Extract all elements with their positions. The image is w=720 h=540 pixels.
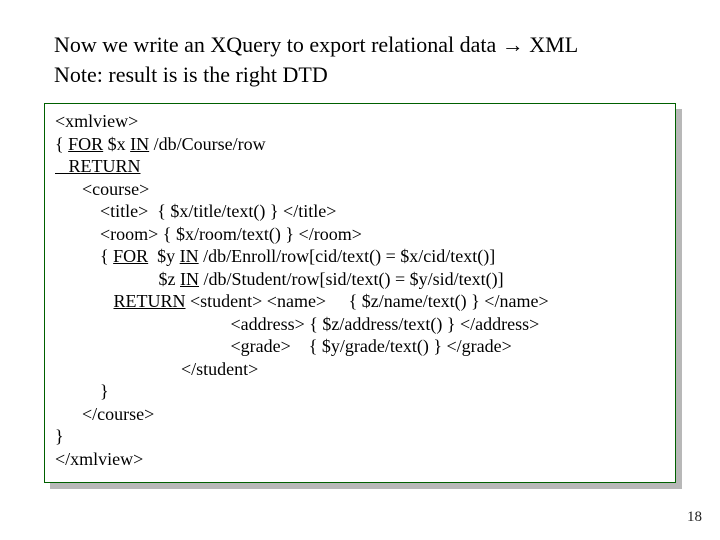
slide: Now we write an XQuery to export relatio… (0, 0, 720, 540)
code-l12: </student> (55, 359, 258, 379)
intro-line2: Note: result is is the right DTD (54, 62, 328, 87)
code-l09-return: RETURN (114, 291, 186, 311)
code-box: <xmlview> { FOR $x IN /db/Course/row RET… (44, 103, 676, 483)
code-l07a: { (55, 246, 113, 266)
code-l05: <title> { $x/title/text() } </title> (55, 201, 336, 221)
code-l04: <course> (55, 179, 149, 199)
page-number: 18 (687, 509, 702, 526)
code-l08-in: IN (180, 269, 199, 289)
code-l02-in: IN (130, 134, 149, 154)
code-l07b: $y (148, 246, 180, 266)
code-l14: </course> (55, 404, 154, 424)
code-l07c: /db/Enroll/row[cid/text() = $x/cid/text(… (199, 246, 496, 266)
code-l02a: { (55, 134, 68, 154)
code-box-wrap: <xmlview> { FOR $x IN /db/Course/row RET… (44, 103, 676, 483)
code-l07-for: FOR (113, 246, 148, 266)
code-l08a: $z (55, 269, 180, 289)
code-l03-return: RETURN (55, 156, 141, 176)
code-l09b: <student> <name> { $z/name/text() } </na… (186, 291, 549, 311)
intro-line1-b: XML (524, 32, 578, 57)
code-l08b: /db/Student/row[sid/text() = $y/sid/text… (199, 269, 504, 289)
code-l09a (55, 291, 114, 311)
code-l02-for: FOR (68, 134, 103, 154)
code-l13: } (55, 381, 109, 401)
code-l06: <room> { $x/room/text() } </room> (55, 224, 362, 244)
code-l11: <grade> { $y/grade/text() } </grade> (55, 336, 512, 356)
intro-line1-a: Now we write an XQuery to export relatio… (54, 32, 502, 57)
code-l16: </xmlview> (55, 449, 143, 469)
code-l10: <address> { $z/address/text() } </addres… (55, 314, 539, 334)
code-l15: } (55, 426, 64, 446)
code-l07-in: IN (180, 246, 199, 266)
arrow-icon: → (502, 32, 524, 57)
intro-text: Now we write an XQuery to export relatio… (54, 30, 676, 89)
code-l01: <xmlview> (55, 111, 138, 131)
code-l02b: $x (103, 134, 130, 154)
code-l02c: /db/Course/row (149, 134, 266, 154)
